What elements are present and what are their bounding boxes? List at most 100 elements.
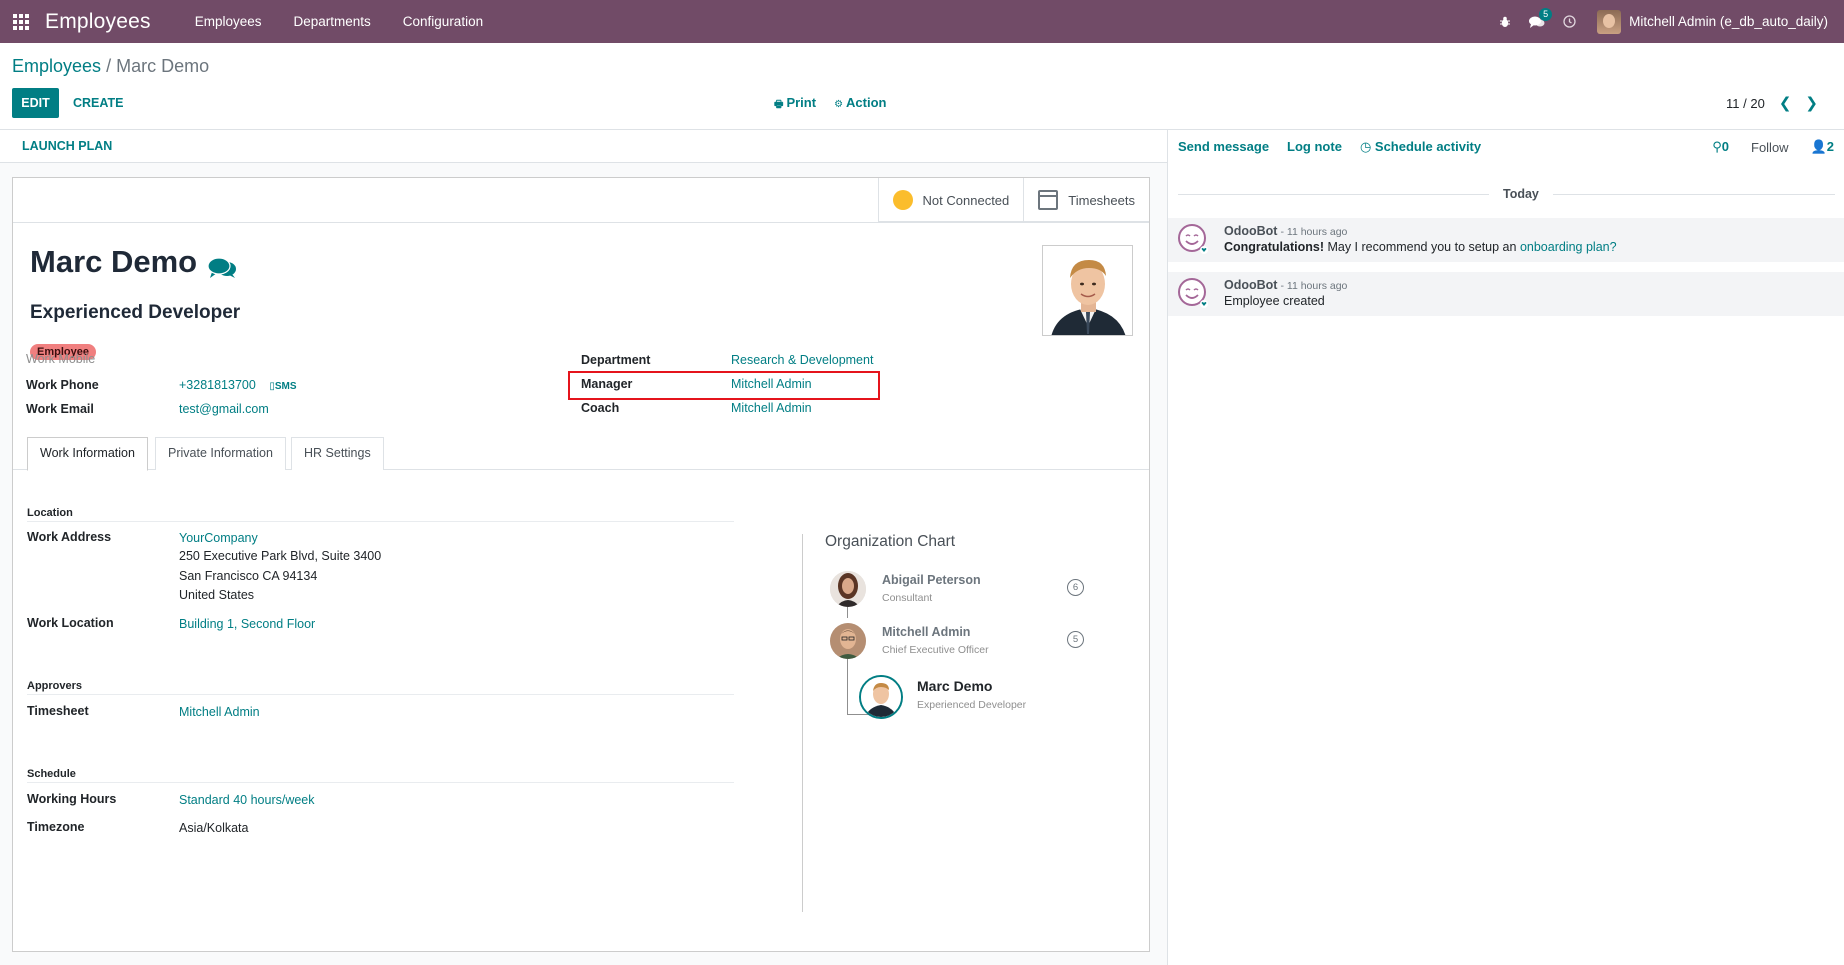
user-menu[interactable]: Mitchell Admin (e_db_auto_daily) (1597, 9, 1844, 34)
followers-button[interactable]: 👤2 (1811, 139, 1834, 155)
coach-label: Coach (581, 401, 620, 415)
location-group-title: Location (27, 507, 73, 519)
org-person-abigail[interactable]: Abigail Peterson Consultant (830, 571, 981, 607)
print-icon: 🖶 (774, 99, 784, 110)
debug-bug-icon[interactable] (1489, 0, 1521, 43)
messages-badge: 5 (1539, 8, 1553, 21)
smart-buttons: Not Connected Timesheets (877, 178, 1149, 222)
message-author-name: OdooBot (1224, 224, 1278, 238)
work-phone-label: Work Phone (26, 378, 99, 392)
app-title[interactable]: Employees (45, 10, 151, 34)
breadcrumb: Employees / Marc Demo (12, 56, 209, 77)
tab-private-information[interactable]: Private Information (155, 437, 286, 470)
menu-departments[interactable]: Departments (277, 0, 386, 43)
message-author[interactable]: OdooBot - 11 hours ago (1224, 278, 1347, 292)
org-person-role: Chief Executive Officer (882, 644, 989, 656)
location-divider (27, 521, 734, 522)
org-person-name: Abigail Peterson (882, 573, 981, 587)
message-author-name: OdooBot (1224, 278, 1278, 292)
calendar-icon (1038, 190, 1059, 210)
clock-icon: ◷ (1359, 139, 1375, 154)
employee-job-title: Experienced Developer (30, 302, 241, 323)
breadcrumb-separator: / (106, 56, 112, 76)
org-person-role: Consultant (882, 592, 933, 604)
messages-icon[interactable]: 5 (1521, 0, 1553, 43)
presence-button[interactable]: Not Connected (877, 178, 1024, 222)
chatter-message: OdooBot - 11 hours ago Congratulations! M… (1168, 218, 1844, 262)
date-separator-today: Today (1489, 187, 1553, 201)
working-hours-value[interactable]: Standard 40 hours/week (179, 793, 315, 807)
create-button[interactable]: CREATE (73, 88, 123, 118)
approvers-divider (27, 694, 734, 695)
breadcrumb-employees[interactable]: Employees (12, 56, 101, 76)
tab-work-information[interactable]: Work Information (27, 437, 148, 471)
sheet-divider (13, 222, 1149, 223)
employee-name-text: Marc Demo (30, 244, 198, 279)
org-subordinates-count[interactable]: 6 (1067, 579, 1084, 596)
message-bold-text: Congratulations! (1224, 240, 1324, 254)
edit-button[interactable]: EDIT (12, 88, 59, 118)
approvers-group-title: Approvers (27, 680, 83, 692)
timesheets-button[interactable]: Timesheets (1023, 178, 1149, 222)
message-author[interactable]: OdooBot - 11 hours ago (1224, 224, 1347, 238)
schedule-activity-button[interactable]: ◷ Schedule activity (1360, 139, 1481, 155)
paperclip-icon: ⚲ (1712, 139, 1722, 154)
followers-count: 2 (1826, 139, 1834, 154)
sms-button[interactable]: ▯SMS (269, 381, 296, 392)
print-label: Print (786, 95, 817, 110)
log-note-button[interactable]: Log note (1287, 139, 1342, 155)
org-person-marc[interactable]: Marc Demo Experienced Developer (859, 675, 1026, 719)
work-location-value[interactable]: Building 1, Second Floor (179, 617, 315, 631)
avatar (859, 675, 903, 719)
chat-comments-icon[interactable] (207, 251, 237, 278)
attachments-count: 0 (1721, 139, 1729, 154)
org-person-name: Marc Demo (917, 678, 993, 694)
work-address-company[interactable]: YourCompany (179, 531, 258, 545)
menu-employees[interactable]: Employees (179, 0, 278, 43)
pager-previous-icon[interactable]: ❮ (1779, 94, 1792, 112)
avatar (830, 571, 866, 607)
attachments-button[interactable]: ⚲0 (1712, 139, 1729, 155)
org-chart-title: Organization Chart (825, 533, 956, 550)
chatter-message: OdooBot - 11 hours ago Employee created (1168, 272, 1844, 316)
work-phone-value[interactable]: +3281813700 (179, 378, 256, 392)
timezone-value[interactable]: Asia/Kolkata (179, 821, 248, 835)
pager-value[interactable]: 11 / 20 (1726, 96, 1765, 111)
message-time: - 11 hours ago (1280, 226, 1348, 238)
message-text: May I recommend you to setup an (1324, 240, 1520, 254)
send-message-button[interactable]: Send message (1178, 139, 1269, 155)
launch-plan-button[interactable]: LAUNCH PLAN (22, 139, 112, 153)
user-icon: 👤 (1810, 139, 1827, 154)
working-hours-label: Working Hours (27, 792, 117, 806)
form-area: LAUNCH PLAN Not Connected Timesheets Mar… (0, 130, 1167, 965)
form-sheet: Not Connected Timesheets Marc Demo Exper… (12, 177, 1150, 952)
coach-value[interactable]: Mitchell Admin (731, 401, 812, 415)
schedule-divider (27, 782, 734, 783)
message-time: - 11 hours ago (1280, 280, 1348, 292)
follow-button[interactable]: Follow (1751, 140, 1789, 155)
org-person-mitchell[interactable]: Mitchell Admin Chief Executive Officer (830, 623, 989, 659)
org-connector (847, 650, 848, 714)
activity-clock-icon[interactable] (1553, 0, 1585, 43)
work-email-value[interactable]: test@gmail.com (179, 402, 269, 416)
gear-icon: ⚙ (834, 99, 844, 110)
print-menu[interactable]: 🖶 Print (774, 95, 816, 114)
work-address-line1: 250 Executive Park Blvd, Suite 3400 (179, 549, 382, 563)
org-person-name: Mitchell Admin (882, 625, 971, 639)
work-address-label: Work Address (27, 530, 112, 544)
onboarding-plan-link[interactable]: onboarding plan? (1520, 240, 1617, 254)
action-menu[interactable]: ⚙ Action (834, 95, 886, 114)
org-subordinates-count[interactable]: 5 (1067, 631, 1084, 648)
apps-menu-icon[interactable] (0, 0, 42, 43)
menu-configuration[interactable]: Configuration (387, 0, 499, 43)
tab-hr-settings[interactable]: HR Settings (291, 437, 384, 470)
employee-name: Marc Demo (30, 244, 237, 280)
message-body: Employee created (1224, 294, 1325, 308)
employee-photo[interactable] (1042, 245, 1133, 336)
department-value[interactable]: Research & Development (731, 353, 873, 367)
action-label: Action (846, 95, 887, 110)
pager-next-icon[interactable]: ❯ (1805, 94, 1818, 112)
timesheet-approver-value[interactable]: Mitchell Admin (179, 705, 260, 719)
timezone-label: Timezone (27, 820, 85, 834)
work-phone-field[interactable]: +3281813700 ▯SMS (179, 378, 297, 392)
